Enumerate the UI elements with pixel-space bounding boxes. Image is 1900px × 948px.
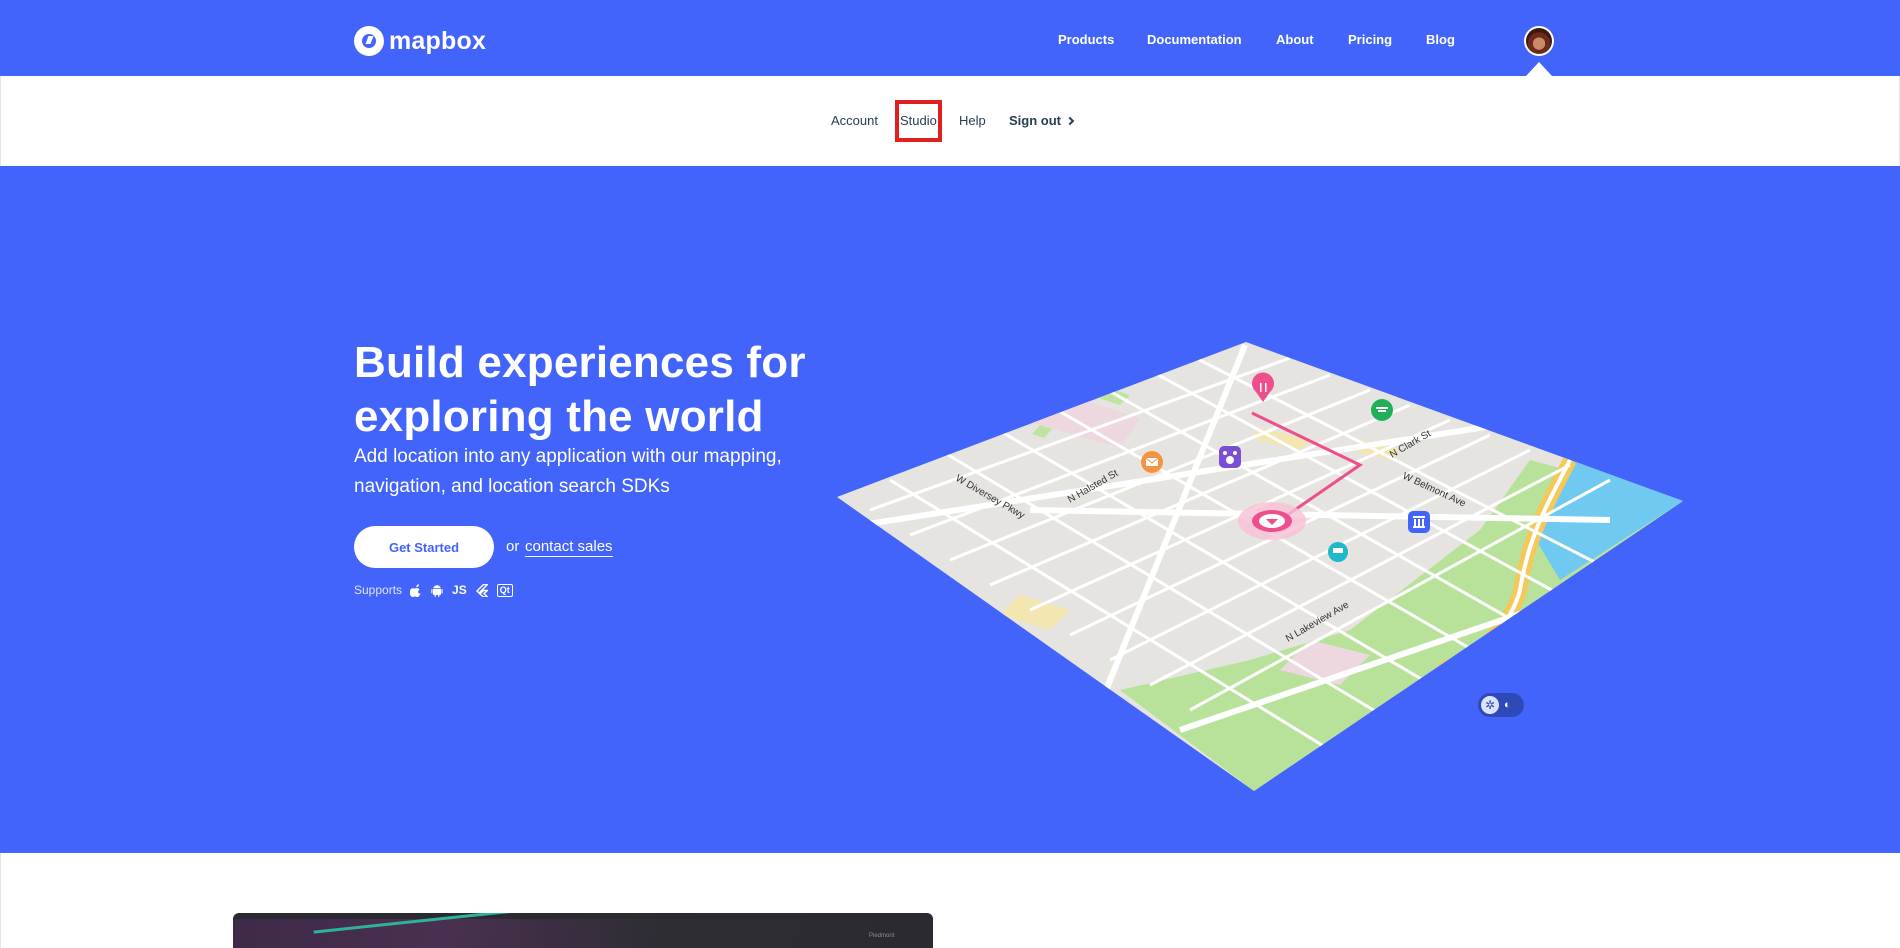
contact-sales-link[interactable]: contact sales [525, 538, 613, 557]
preview-place-label: Piedmont [869, 933, 895, 939]
studio-highlight-box [895, 100, 942, 142]
nav-pricing[interactable]: Pricing [1348, 30, 1392, 50]
menu-caret-icon [1526, 62, 1552, 76]
sign-out-label: Sign out [1009, 113, 1061, 128]
js-icon: JS [452, 583, 467, 597]
subnav-account[interactable]: Account [831, 113, 878, 129]
current-location-icon [1238, 502, 1306, 540]
android-icon [431, 584, 443, 597]
get-started-button[interactable]: Get Started [354, 526, 494, 568]
map-illustration: W Diversey Pkwy N Halsted St N Clark St … [837, 342, 1683, 791]
nav-about[interactable]: About [1276, 30, 1314, 50]
nav-blog[interactable]: Blog [1426, 30, 1455, 50]
theme-toggle[interactable]: ✲ ◐ [1478, 693, 1524, 717]
user-avatar[interactable] [1524, 26, 1554, 56]
qt-icon: Qt [496, 583, 513, 597]
museum-icon [1408, 511, 1430, 533]
hero-subtitle: Add location into any application with o… [354, 446, 782, 497]
mapbox-logo-icon [354, 26, 384, 56]
supports-label: Supports [354, 583, 403, 597]
map-preview-window: Piedmont [233, 913, 933, 948]
top-navigation-bar: mapbox Products Documentation About Pric… [0, 0, 1900, 76]
contrast-icon: ◐ [1504, 699, 1511, 711]
flutter-icon [475, 583, 488, 597]
dark-map-preview [233, 919, 933, 948]
nav-documentation[interactable]: Documentation [1147, 30, 1242, 50]
logo-text: mapbox [389, 27, 487, 55]
map-surface [837, 342, 1683, 791]
nav-products[interactable]: Products [1058, 30, 1114, 50]
avatar-image [1526, 28, 1552, 54]
sun-icon: ✲ [1481, 696, 1499, 714]
picnic-icon [1371, 399, 1393, 421]
apple-icon [410, 583, 422, 597]
mapbox-logo[interactable]: mapbox [354, 26, 486, 56]
pet-icon [1219, 446, 1241, 468]
subnav-sign-out[interactable]: Sign out [1009, 113, 1075, 129]
mail-icon [1141, 451, 1163, 473]
shopping-cart-icon [1328, 542, 1348, 562]
chevron-right-icon [1065, 116, 1075, 126]
or-text: or [506, 538, 520, 555]
subnav-help[interactable]: Help [959, 113, 986, 129]
supported-platforms: Supports JS Qt [354, 582, 522, 598]
account-subnav: Account Studio Help Sign out [0, 76, 1900, 166]
hero-title: Build experiences for exploring the worl… [354, 338, 806, 441]
